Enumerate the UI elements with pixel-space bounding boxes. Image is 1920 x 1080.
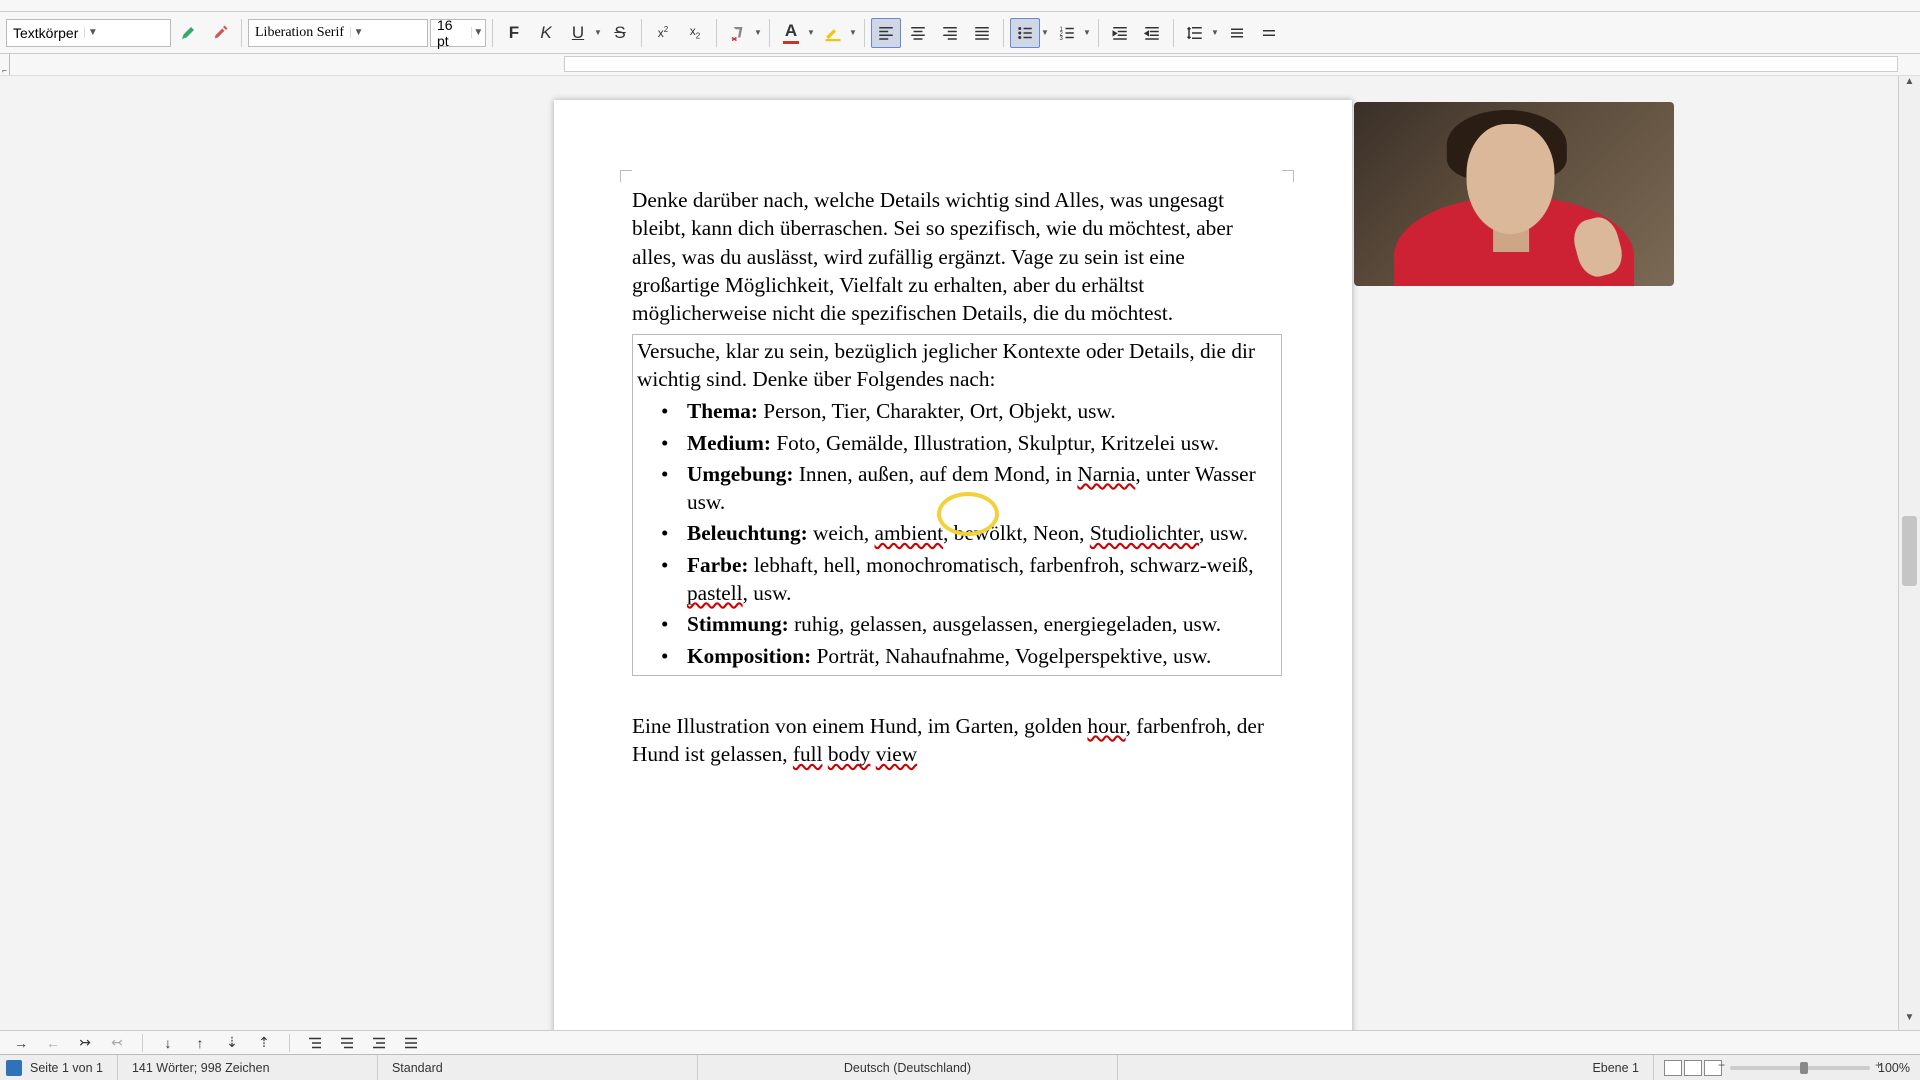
margin-corner-icon [1282, 170, 1294, 182]
move-down-icon[interactable]: ↓ [155, 1032, 181, 1054]
list-item: Umgebung: Innen, außen, auf dem Mond, in… [669, 460, 1277, 517]
font-name-value: Liberation Serif [249, 25, 350, 41]
status-bar: Seite 1 von 1 141 Wörter; 998 Zeichen St… [0, 1054, 1920, 1080]
view-mode-icons[interactable] [1664, 1060, 1722, 1076]
outline-level1-icon[interactable] [302, 1032, 328, 1054]
zoom-knob[interactable] [1800, 1062, 1808, 1074]
outline-all-icon[interactable] [398, 1032, 424, 1054]
subscript-button[interactable]: x2 [680, 18, 710, 48]
forward-arrow-icon[interactable]: → [8, 1032, 34, 1054]
vertical-scrollbar[interactable]: ▲ ▼ [1898, 76, 1920, 1030]
chevron-down-icon[interactable]: ▼ [1082, 28, 1092, 37]
chevron-down-icon[interactable]: ▼ [848, 28, 858, 37]
outline-level3-icon[interactable] [366, 1032, 392, 1054]
svg-text:3: 3 [1060, 35, 1064, 41]
paragraph-style-combo[interactable]: Textkörper ▼ [6, 19, 171, 47]
chevron-down-icon[interactable]: ▼ [1210, 28, 1220, 37]
scroll-track[interactable] [1899, 94, 1920, 1012]
horizontal-ruler[interactable] [564, 56, 1898, 72]
list-item: Beleuchtung: weich, ambient, bewölkt, Ne… [669, 519, 1277, 547]
menu-bar-clipped [0, 0, 1920, 12]
chevron-down-icon[interactable]: ▼ [1040, 28, 1050, 37]
increase-para-spacing-button[interactable] [1222, 18, 1252, 48]
status-language[interactable]: Deutsch (Deutschland) [698, 1055, 1118, 1080]
font-name-combo[interactable]: Liberation Serif ▼ [248, 19, 428, 47]
increase-indent-button[interactable] [1105, 18, 1135, 48]
decrease-indent-button[interactable] [1137, 18, 1167, 48]
bold-button[interactable]: F [499, 18, 529, 48]
chevron-down-icon[interactable]: ▼ [753, 28, 763, 37]
superscript-button[interactable]: x2 [648, 18, 678, 48]
single-page-view-icon[interactable] [1664, 1060, 1682, 1076]
clear-formatting-button[interactable] [723, 18, 753, 48]
outro-paragraph[interactable]: Eine Illustration von einem Hund, im Gar… [632, 712, 1282, 769]
new-style-icon[interactable] [205, 18, 235, 48]
numbered-list-button[interactable]: 123 [1052, 18, 1082, 48]
margin-corner-icon [620, 170, 632, 182]
intro-paragraph[interactable]: Denke darüber nach, welche Details wicht… [632, 186, 1242, 328]
app-icon [6, 1060, 22, 1076]
chevron-down-icon: ▼ [350, 27, 366, 38]
align-left-button[interactable] [871, 18, 901, 48]
italic-button[interactable]: K [531, 18, 561, 48]
chevron-down-icon[interactable]: ▼ [806, 28, 816, 37]
forward-end-icon[interactable]: ↣ [72, 1032, 98, 1054]
move-up-icon[interactable]: ↑ [187, 1032, 213, 1054]
list-item: Stimmung: ruhig, gelassen, ausgelassen, … [669, 610, 1277, 638]
highlight-color-button[interactable] [818, 18, 848, 48]
align-justify-button[interactable] [967, 18, 997, 48]
list-item: Farbe: lebhaft, hell, monochromatisch, f… [669, 551, 1277, 608]
page[interactable]: Denke darüber nach, welche Details wicht… [554, 100, 1352, 1030]
font-size-value: 16 pt [431, 17, 471, 49]
chevron-down-icon: ▼ [84, 27, 100, 38]
page-content[interactable]: Denke darüber nach, welche Details wicht… [632, 186, 1282, 773]
paragraph-style-value: Textkörper [7, 25, 84, 41]
webcam-overlay [1354, 102, 1674, 286]
scroll-down-icon[interactable]: ▼ [1899, 1012, 1920, 1030]
chevron-down-icon: ▼ [471, 27, 485, 38]
align-right-button[interactable] [935, 18, 965, 48]
decrease-para-spacing-button[interactable] [1254, 18, 1284, 48]
status-word-count[interactable]: 141 Wörter; 998 Zeichen [118, 1055, 378, 1080]
chevron-down-icon[interactable]: ▼ [593, 28, 603, 37]
multi-page-view-icon[interactable] [1684, 1060, 1702, 1076]
zoom-slider[interactable] [1730, 1066, 1870, 1070]
back-arrow-icon[interactable]: ← [40, 1032, 66, 1054]
bullet-list-button[interactable] [1010, 18, 1040, 48]
navigation-toolbar: → ← ↣ ↢ ↓ ↑ ⇣ ⇡ [0, 1030, 1920, 1054]
document-workspace: Denke darüber nach, welche Details wicht… [0, 76, 1920, 1030]
list-item: Thema: Person, Tier, Charakter, Ort, Obj… [669, 397, 1277, 425]
vertical-ruler-corner: ⌐ [0, 54, 10, 75]
back-end-icon[interactable]: ↢ [104, 1032, 130, 1054]
underline-button[interactable]: U [563, 18, 593, 48]
ruler: ⌐ [0, 54, 1920, 76]
demote-icon[interactable]: ⇡ [251, 1032, 277, 1054]
font-size-combo[interactable]: 16 pt ▼ [430, 19, 486, 47]
outline-level2-icon[interactable] [334, 1032, 360, 1054]
status-page-style[interactable]: Standard [378, 1055, 698, 1080]
promote-icon[interactable]: ⇣ [219, 1032, 245, 1054]
status-layer[interactable]: Ebene 1 [1578, 1055, 1654, 1080]
list-item: Medium: Foto, Gemälde, Illustration, Sku… [669, 429, 1277, 457]
formatting-toolbar: Textkörper ▼ Liberation Serif ▼ 16 pt ▼ … [0, 12, 1920, 54]
tips-box: Versuche, klar zu sein, bezüglich jeglic… [632, 334, 1282, 676]
box-lead[interactable]: Versuche, klar zu sein, bezüglich jeglic… [637, 337, 1277, 394]
strikethrough-button[interactable]: S [605, 18, 635, 48]
update-style-icon[interactable] [173, 18, 203, 48]
font-color-button[interactable]: A [776, 18, 806, 48]
align-center-button[interactable] [903, 18, 933, 48]
tips-list: Thema: Person, Tier, Charakter, Ort, Obj… [637, 397, 1277, 670]
scroll-thumb[interactable] [1902, 516, 1917, 586]
list-item: Komposition: Porträt, Nahaufnahme, Vogel… [669, 642, 1277, 670]
zoom-percent[interactable]: 100% [1878, 1061, 1910, 1075]
scroll-up-icon[interactable]: ▲ [1899, 76, 1920, 94]
line-spacing-button[interactable] [1180, 18, 1210, 48]
